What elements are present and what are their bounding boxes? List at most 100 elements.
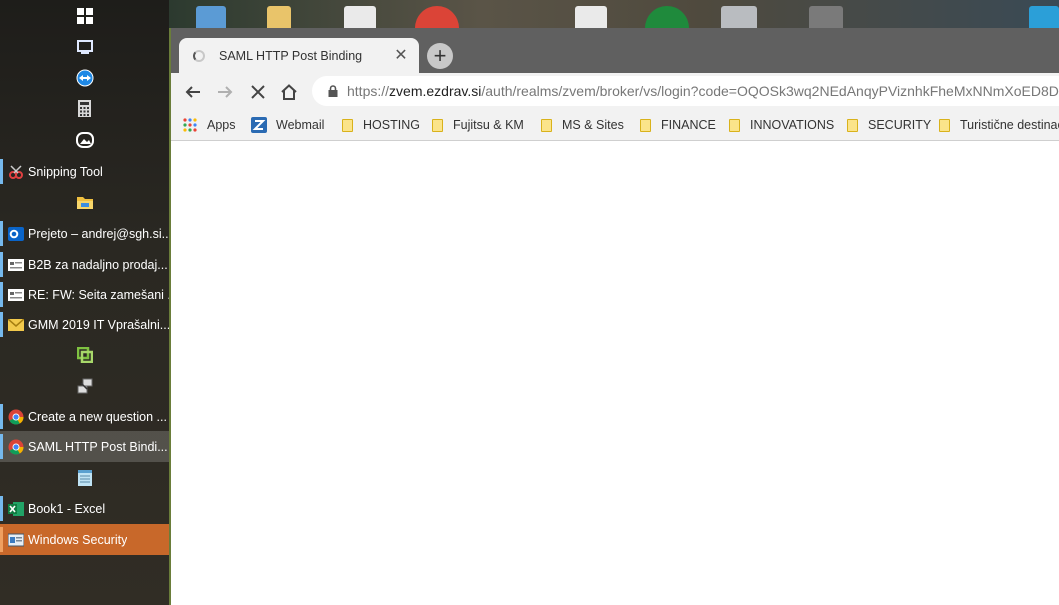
running-indicator xyxy=(0,434,3,459)
folder-icon xyxy=(847,118,858,132)
browser-toolbar: https://zvem.ezdrav.si/auth/realms/zvem/… xyxy=(171,73,1059,109)
desktop-tool-icon[interactable] xyxy=(809,6,843,28)
url-text: https://zvem.ezdrav.si/auth/realms/zvem/… xyxy=(347,83,1059,99)
home-button[interactable] xyxy=(277,80,301,104)
running-indicator xyxy=(0,252,3,277)
bookmark-label: SECURITY xyxy=(868,118,932,132)
bookmark-folder-finance[interactable]: FINANCE xyxy=(640,116,716,134)
back-arrow-icon xyxy=(185,86,200,98)
back-button[interactable] xyxy=(181,80,205,104)
folder-icon xyxy=(342,118,353,132)
taskbar-app-email-b2b[interactable]: B2B za nadaljno prodaj... xyxy=(0,249,169,280)
folder-icon xyxy=(939,118,950,132)
bookmark-label: Fujitsu & KM xyxy=(453,118,524,132)
forward-arrow-icon xyxy=(218,86,233,98)
zimbra-icon xyxy=(251,117,267,133)
taskbar-app-label: Windows Security xyxy=(28,532,128,547)
folder-icon xyxy=(541,118,552,132)
address-bar[interactable]: https://zvem.ezdrav.si/auth/realms/zvem/… xyxy=(312,76,1059,106)
taskbar-app-label: Create a new question ... xyxy=(28,409,167,424)
page-content-area xyxy=(171,141,1059,605)
url-path: /auth/realms/zvem/broker/vs/login?code=O… xyxy=(481,83,1059,99)
bookmark-folder-security[interactable]: SECURITY xyxy=(847,116,931,134)
remote-connection-icon[interactable] xyxy=(0,370,169,401)
taskbar-app-label: RE: FW: Seita zamešani ... xyxy=(28,287,169,302)
vmware-icon[interactable] xyxy=(0,339,169,370)
running-indicator xyxy=(0,312,3,337)
lock-icon[interactable] xyxy=(325,85,341,97)
windows-security-icon xyxy=(8,532,24,548)
email-message-icon xyxy=(8,287,24,303)
running-indicator xyxy=(0,496,3,521)
chrome-icon xyxy=(8,409,24,425)
calculator-icon[interactable] xyxy=(0,93,169,124)
taskbar-app-email-re-fw[interactable]: RE: FW: Seita zamešani ... xyxy=(0,279,169,310)
new-tab-button[interactable]: + xyxy=(427,43,453,69)
stop-x-icon xyxy=(251,85,265,99)
running-indicator xyxy=(0,527,3,552)
taskbar-app-chrome-question[interactable]: Create a new question ... xyxy=(0,401,169,432)
desktop-chrome-icon[interactable] xyxy=(415,6,459,28)
folder-icon xyxy=(640,118,651,132)
bookmark-label: MS & Sites xyxy=(562,118,624,132)
desktop-folder-icon[interactable] xyxy=(267,6,291,28)
running-indicator xyxy=(0,159,3,184)
bookmark-webmail[interactable]: Webmail xyxy=(251,116,324,134)
running-indicator xyxy=(0,404,3,429)
tab-strip: SAML HTTP Post Binding ✕ + xyxy=(171,28,1059,73)
teamviewer-icon[interactable] xyxy=(0,62,169,93)
desktop-document-icon[interactable] xyxy=(344,6,376,28)
bookmark-folder-turisticne[interactable]: Turistične destinac xyxy=(939,116,1059,134)
apps-grid-icon xyxy=(183,118,197,132)
taskbar: Snipping Tool Prejeto – andrej@sgh.si...… xyxy=(0,0,169,605)
taskbar-app-email-gmm[interactable]: GMM 2019 IT Vprašalni... xyxy=(0,309,169,340)
bookmark-apps[interactable]: Apps xyxy=(183,116,236,134)
bookmark-folder-ms-sites[interactable]: MS & Sites xyxy=(541,116,624,134)
bookmark-folder-fujitsu[interactable]: Fujitsu & KM xyxy=(432,116,524,134)
tab-saml-http-post-binding[interactable]: SAML HTTP Post Binding ✕ xyxy=(179,38,419,73)
photos-icon[interactable] xyxy=(0,124,169,155)
chrome-window: SAML HTTP Post Binding ✕ + https://zvem.… xyxy=(169,28,1059,605)
bookmark-label: Apps xyxy=(207,118,236,132)
url-scheme: https:// xyxy=(347,83,390,99)
forward-button[interactable] xyxy=(213,80,237,104)
taskbar-app-snipping-tool[interactable]: Snipping Tool xyxy=(0,156,169,187)
bookmark-label: HOSTING xyxy=(363,118,420,132)
desktop-shortcut-icon[interactable] xyxy=(196,6,226,28)
bookmarks-bar: Apps Webmail HOSTING Fujitsu & KM MS & S… xyxy=(171,109,1059,141)
bookmark-folder-innovations[interactable]: INNOVATIONS xyxy=(729,116,834,134)
desktop-settings-icon[interactable] xyxy=(721,6,757,28)
taskbar-app-label: Prejeto – andrej@sgh.si... xyxy=(28,226,169,241)
task-view-icon[interactable] xyxy=(0,31,169,62)
file-explorer-icon[interactable] xyxy=(0,187,169,218)
loading-spinner-icon xyxy=(193,49,205,62)
bookmark-folder-hosting[interactable]: HOSTING xyxy=(342,116,420,134)
notepad-icon[interactable] xyxy=(0,462,169,493)
close-tab-icon[interactable]: ✕ xyxy=(391,47,411,64)
outlook-icon xyxy=(8,226,24,242)
taskbar-app-label: Snipping Tool xyxy=(28,164,103,179)
desktop-background xyxy=(169,0,1059,28)
envelope-icon xyxy=(8,317,24,333)
chrome-icon xyxy=(8,439,24,455)
taskbar-app-outlook[interactable]: Prejeto – andrej@sgh.si... xyxy=(0,218,169,249)
excel-icon xyxy=(8,501,24,517)
taskbar-app-chrome-saml[interactable]: SAML HTTP Post Bindi... xyxy=(0,431,169,462)
stop-loading-button[interactable] xyxy=(246,80,270,104)
taskbar-app-excel[interactable]: Book1 - Excel xyxy=(0,493,169,524)
tab-title: SAML HTTP Post Binding xyxy=(219,48,363,63)
bookmark-label: INNOVATIONS xyxy=(750,118,835,132)
bookmark-label: Turistične destinac xyxy=(960,118,1059,132)
running-indicator xyxy=(0,221,3,246)
desktop-app-icon[interactable] xyxy=(645,6,689,28)
taskbar-app-windows-security[interactable]: Windows Security xyxy=(0,524,169,555)
taskbar-app-label: SAML HTTP Post Bindi... xyxy=(28,439,168,454)
folder-icon xyxy=(729,118,740,132)
desktop-document-icon[interactable] xyxy=(575,6,607,28)
windows-start-icon[interactable] xyxy=(0,0,169,31)
email-message-icon xyxy=(8,257,24,273)
desktop-shortcut-icon[interactable] xyxy=(1029,6,1059,28)
folder-icon xyxy=(432,118,443,132)
taskbar-app-label: Book1 - Excel xyxy=(28,501,106,516)
running-indicator xyxy=(0,282,3,307)
